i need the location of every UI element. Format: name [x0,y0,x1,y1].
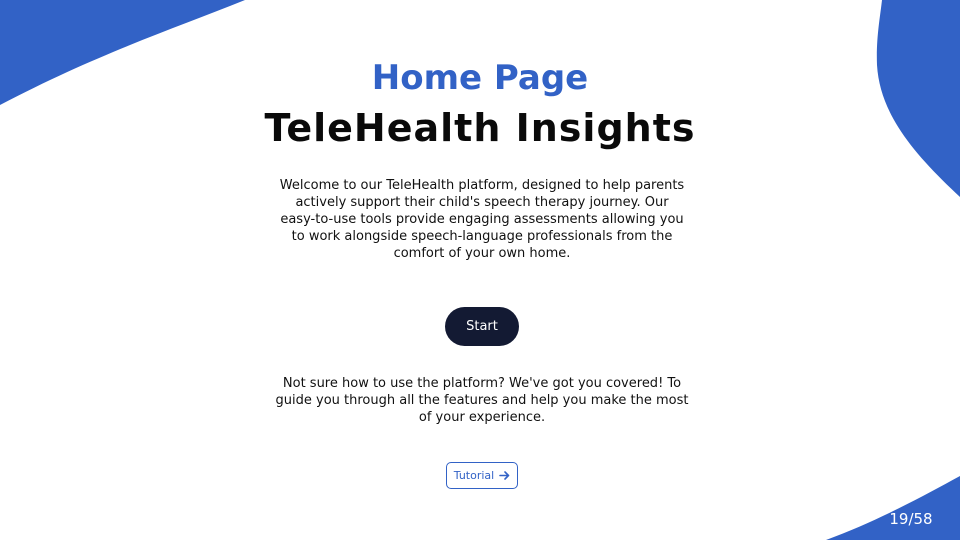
start-button[interactable]: Start [445,307,519,346]
home-page: Home Page TeleHealth Insights Welcome to… [0,0,960,540]
help-paragraph: Not sure how to use the platform? We've … [275,376,689,425]
start-button-label: Start [466,319,498,334]
intro-paragraph: Welcome to our TeleHealth platform, desi… [279,178,685,261]
page-counter: 19/58 [889,510,933,528]
app-title: TeleHealth Insights [264,106,696,150]
arrow-right-icon [499,470,510,481]
tutorial-button[interactable]: Tutorial [446,462,518,489]
page-heading: Home Page [371,58,589,98]
tutorial-button-label: Tutorial [453,469,495,482]
